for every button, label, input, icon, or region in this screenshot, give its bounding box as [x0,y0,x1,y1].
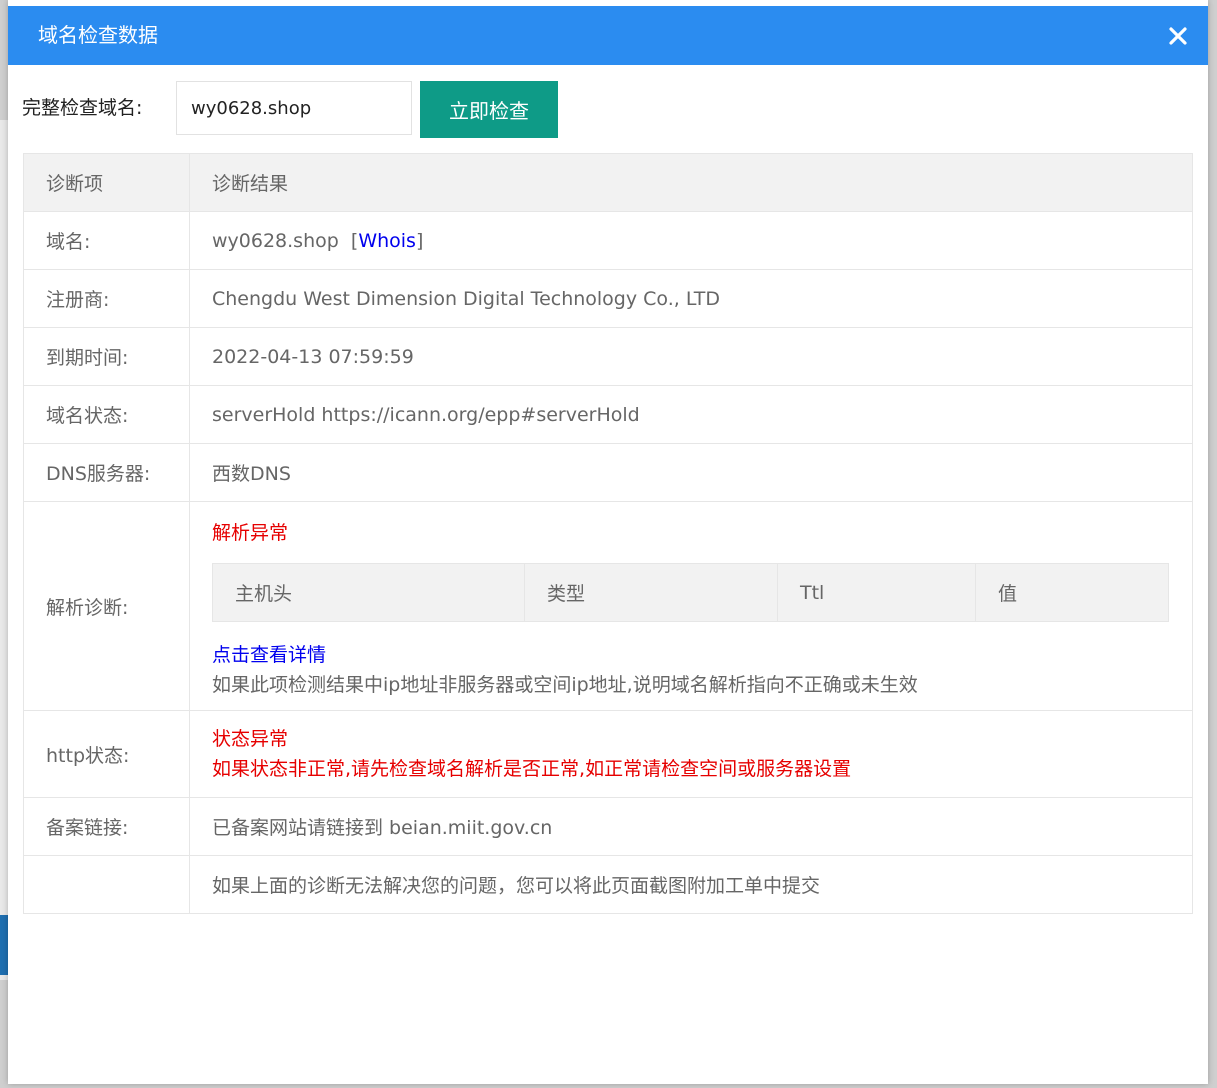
row-label: 域名: [23,211,190,270]
close-icon[interactable] [1166,24,1190,48]
http-status: 状态异常 [212,728,289,750]
dns-server-value: 西数DNS [189,443,1193,502]
http-cell: 状态异常 如果状态非正常,请先检查域名解析是否正常,如正常请检查空间或服务器设置 [189,710,1193,798]
resolve-note: 如果此项检测结果中ip地址非服务器或空间ip地址,说明域名解析指向不正确或未生效 [212,674,918,696]
dns-col-value: 值 [975,563,1169,622]
dialog-header: 域名检查数据 [8,6,1208,65]
table-row-expiry: 到期时间: 2022-04-13 07:59:59 [23,327,1193,386]
table-header-row: 诊断项 诊断结果 [23,153,1193,212]
status-value: serverHold https://icann.org/epp#serverH… [189,385,1193,444]
table-row-dns-server: DNS服务器: 西数DNS [23,443,1193,502]
empty-cell [23,855,190,914]
domain-value: wy0628.shop [212,229,339,252]
table-row-http: http状态: 状态异常 如果状态非正常,请先检查域名解析是否正常,如正常请检查… [23,710,1193,798]
table-row-beian: 备案链接: 已备案网站请链接到 beian.miit.gov.cn [23,797,1193,856]
row-label: 到期时间: [23,327,190,386]
diagnosis-table: 诊断项 诊断结果 域名: wy0628.shop [Whois] 注册商: Ch… [23,153,1193,914]
http-note: 如果状态非正常,请先检查域名解析是否正常,如正常请检查空间或服务器设置 [212,758,852,780]
expiry-value: 2022-04-13 07:59:59 [189,327,1193,386]
row-label: 备案链接: [23,797,190,856]
row-label: 域名状态: [23,385,190,444]
registrar-value: Chengdu West Dimension Digital Technolog… [189,269,1193,328]
background-blue-block [0,915,8,975]
dns-record-table: 主机头 类型 Ttl 值 [212,563,1169,622]
domain-check-dialog: 域名检查数据 完整检查域名: 立即检查 诊断项 诊断结果 域名: wy0628.… [8,0,1208,1084]
table-row-footer: 如果上面的诊断无法解决您的问题，您可以将此页面截图附加工单中提交 [23,855,1193,914]
view-details-link[interactable]: 点击查看详情 [212,640,1170,670]
row-label: http状态: [23,710,190,798]
dialog-title: 域名检查数据 [38,23,158,47]
column-header-item: 诊断项 [23,153,190,212]
column-header-result: 诊断结果 [189,153,1193,212]
table-row-status: 域名状态: serverHold https://icann.org/epp#s… [23,385,1193,444]
beian-text: 已备案网站请链接到 beian.miit.gov.cn [189,797,1193,856]
search-row: 完整检查域名: 立即检查 [8,80,1208,140]
background-strip [0,120,8,980]
row-label: 解析诊断: [23,501,190,711]
footer-note: 如果上面的诊断无法解决您的问题，您可以将此页面截图附加工单中提交 [189,855,1193,914]
row-label: DNS服务器: [23,443,190,502]
resolve-cell: 解析异常 主机头 类型 Ttl 值 点击查看详情 如果此项检测结果中ip地址非服… [189,501,1193,711]
dns-col-host: 主机头 [212,563,525,622]
table-row-resolve: 解析诊断: 解析异常 主机头 类型 Ttl 值 点击查看详情 如果此项检测结果中… [23,501,1193,711]
table-row-domain: 域名: wy0628.shop [Whois] [23,211,1193,270]
domain-input-label: 完整检查域名: [22,97,143,119]
whois-link[interactable]: Whois [358,230,416,252]
dns-col-type: 类型 [524,563,778,622]
table-row-registrar: 注册商: Chengdu West Dimension Digital Tech… [23,269,1193,328]
domain-input[interactable] [176,81,412,135]
check-now-button[interactable]: 立即检查 [420,81,558,138]
row-value: wy0628.shop [Whois] [189,211,1193,270]
resolve-status: 解析异常 [212,522,289,544]
row-label: 注册商: [23,269,190,328]
dns-col-ttl: Ttl [777,563,976,622]
dns-header-row: 主机头 类型 Ttl 值 [212,563,1169,622]
